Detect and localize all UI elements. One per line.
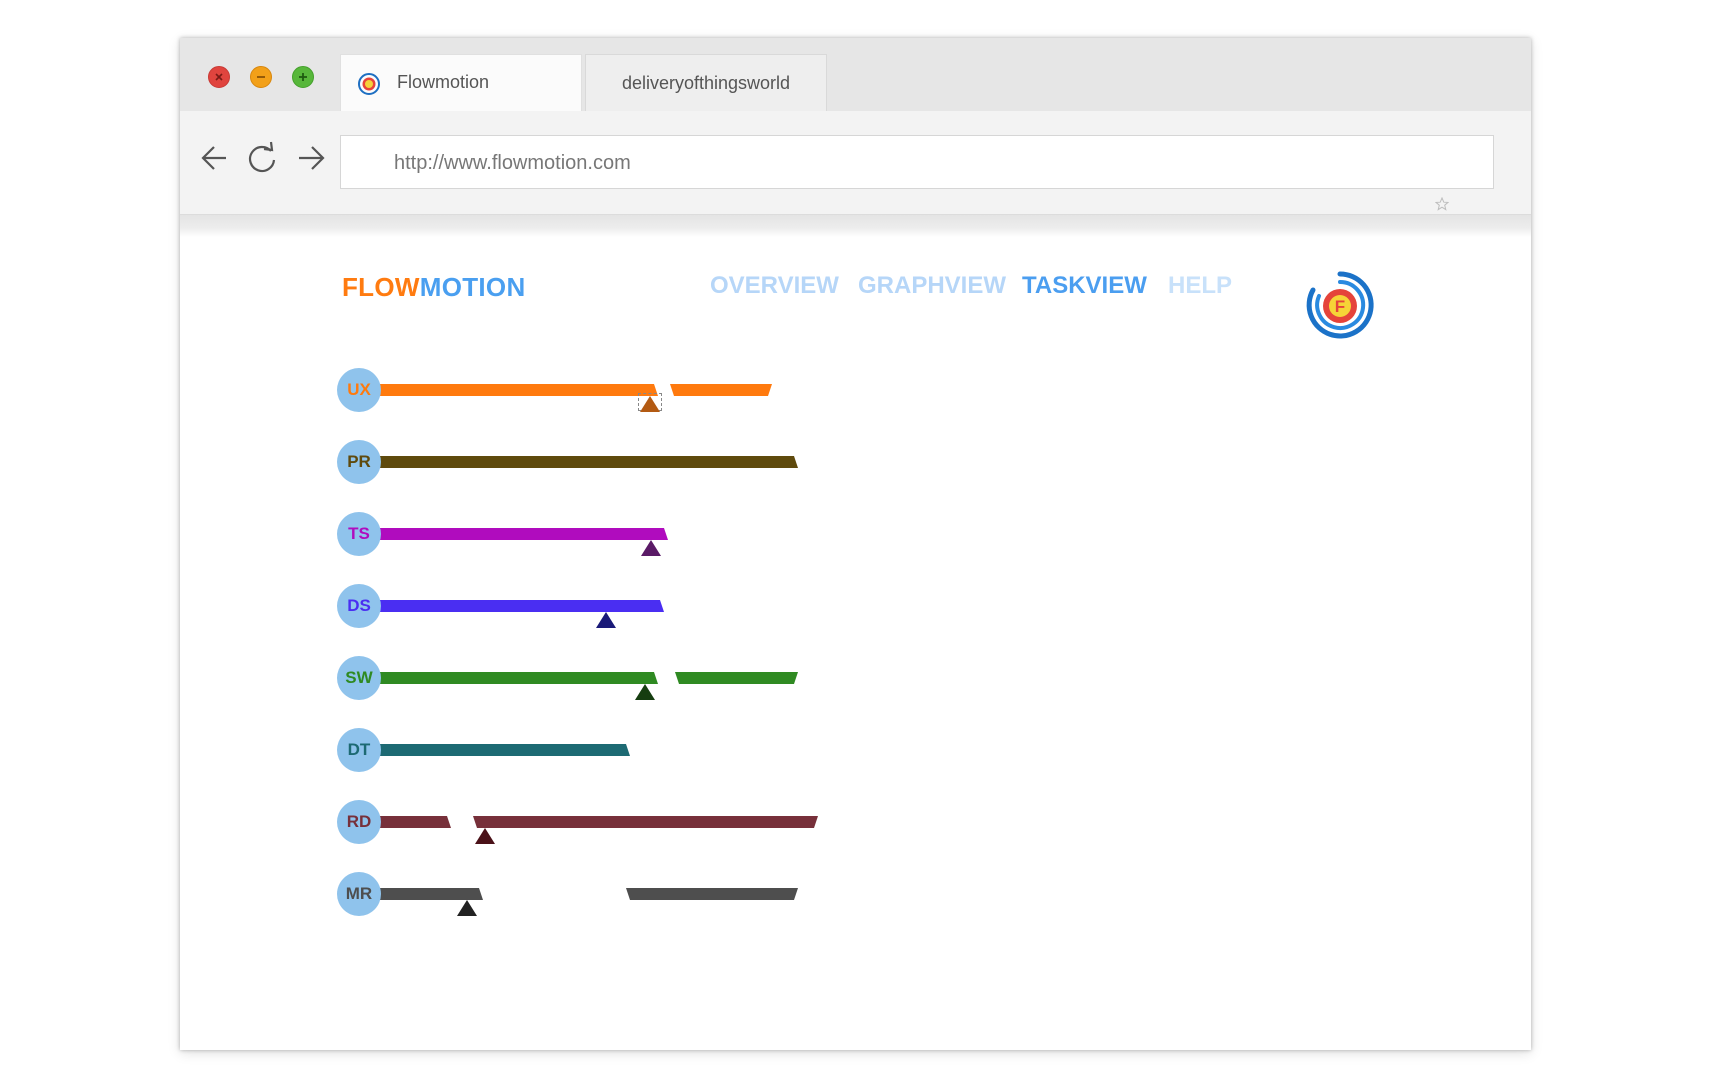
lane-badge[interactable]: DT: [337, 728, 381, 772]
browser-toolbar: http://www.flowmotion.com: [180, 111, 1531, 215]
task-bar-segment[interactable]: [380, 744, 630, 756]
task-bar-segment[interactable]: [380, 384, 658, 396]
minimize-window-button[interactable]: [250, 66, 272, 88]
milestone-marker-icon[interactable]: [596, 612, 616, 628]
brand-flow: FLOW: [342, 272, 420, 302]
nav-help[interactable]: HELP: [1168, 272, 1232, 300]
task-bar-segment[interactable]: [380, 600, 664, 612]
task-lane-sw: SW: [180, 656, 1531, 716]
nav-taskview[interactable]: TASKVIEW: [1022, 272, 1147, 300]
nav-overview[interactable]: OVERVIEW: [710, 272, 839, 300]
toolbar-shadow: [180, 215, 1531, 237]
tab-bar: Flowmotion deliveryofthingsworld: [180, 38, 1531, 111]
milestone-marker-icon[interactable]: [635, 684, 655, 700]
lane-badge[interactable]: MR: [337, 872, 381, 916]
maximize-window-button[interactable]: [292, 66, 314, 88]
task-bar-segment[interactable]: [670, 384, 772, 396]
tab-flowmotion[interactable]: Flowmotion: [340, 54, 582, 111]
milestone-marker-icon[interactable]: [641, 540, 661, 556]
tab-title: deliveryofthingsworld: [621, 72, 791, 93]
task-lane-pr: PR: [180, 440, 1531, 500]
nav-graphview[interactable]: GRAPHVIEW: [858, 272, 1006, 300]
flowmotion-favicon-icon: [358, 73, 380, 95]
tab-deliveryofthingsworld[interactable]: deliveryofthingsworld: [585, 54, 827, 111]
flowmotion-logo-icon[interactable]: F: [1305, 270, 1375, 340]
lane-badge[interactable]: RD: [337, 800, 381, 844]
lane-badge[interactable]: PR: [337, 440, 381, 484]
forward-arrow-icon[interactable]: [293, 139, 329, 177]
milestone-marker-icon[interactable]: [640, 396, 660, 412]
task-bar-segment[interactable]: [473, 816, 818, 828]
brand-logo-text[interactable]: FLOWMOTION: [342, 272, 526, 303]
task-lane-ts: TS: [180, 512, 1531, 572]
lane-badge[interactable]: DS: [337, 584, 381, 628]
close-window-button[interactable]: [208, 66, 230, 88]
star-icon[interactable]: [1435, 197, 1449, 211]
task-bar-segment[interactable]: [380, 672, 658, 684]
lane-badge[interactable]: TS: [337, 512, 381, 556]
task-lane-rd: RD: [180, 800, 1531, 860]
lane-badge[interactable]: UX: [337, 368, 381, 412]
task-lane-ux: UX: [180, 368, 1531, 428]
milestone-marker-icon[interactable]: [475, 828, 495, 844]
task-bar-segment[interactable]: [380, 528, 668, 540]
tab-title: Flowmotion: [397, 72, 490, 92]
reload-icon[interactable]: [244, 139, 280, 177]
task-lane-mr: MR: [180, 872, 1531, 932]
minimize-icon: [257, 76, 265, 78]
url-text: http://www.flowmotion.com: [394, 152, 631, 174]
task-lane-ds: DS: [180, 584, 1531, 644]
task-bar-segment[interactable]: [380, 816, 451, 828]
task-bar-segment[interactable]: [626, 888, 798, 900]
task-lane-dt: DT: [180, 728, 1531, 788]
close-icon: [215, 73, 223, 81]
task-bar-segment[interactable]: [380, 888, 483, 900]
task-bar-segment[interactable]: [380, 456, 798, 468]
browser-window: Flowmotion deliveryofthingsworld http://…: [180, 38, 1531, 1050]
logo-letter: F: [1335, 297, 1345, 316]
milestone-marker-icon[interactable]: [457, 900, 477, 916]
lane-badge[interactable]: SW: [337, 656, 381, 700]
task-bar-segment[interactable]: [675, 672, 798, 684]
address-bar[interactable]: http://www.flowmotion.com: [340, 135, 1494, 189]
maximize-icon: [299, 73, 307, 81]
brand-motion: MOTION: [419, 272, 526, 302]
back-arrow-icon[interactable]: [198, 139, 234, 177]
